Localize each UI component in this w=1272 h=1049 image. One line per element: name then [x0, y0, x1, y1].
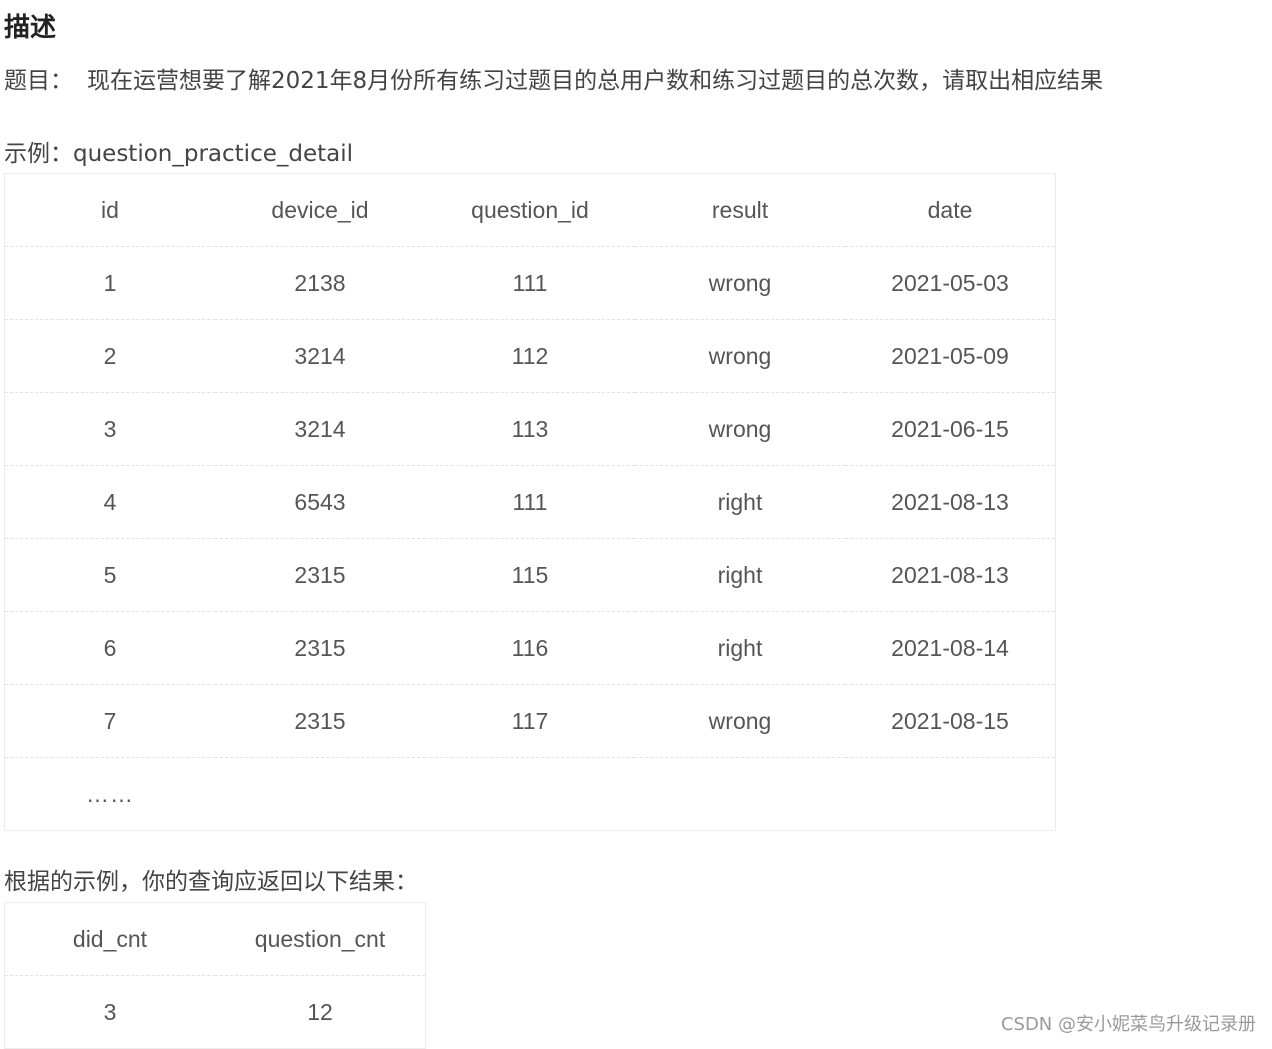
table-header-row: did_cnt question_cnt: [4, 902, 426, 976]
table-cell: wrong: [635, 392, 845, 466]
table-cell: 111: [425, 465, 635, 539]
column-header-date: date: [845, 173, 1056, 247]
column-header-did-cnt: did_cnt: [4, 902, 215, 976]
result-table: did_cnt question_cnt 3 12: [4, 902, 426, 1049]
table-cell: [215, 758, 425, 831]
table-cell: [635, 758, 845, 831]
table-cell: 2021-06-15: [845, 392, 1056, 466]
table-cell: 116: [425, 611, 635, 685]
table-cell: 1: [4, 246, 215, 320]
question-label: 题目：: [4, 68, 73, 94]
column-header-question-id: question_id: [425, 173, 635, 247]
table-cell: [845, 758, 1056, 831]
csdn-watermark: CSDN @安小妮菜鸟升级记录册: [1000, 1014, 1256, 1035]
table-row: 7 2315 117 wrong 2021-08-15: [4, 684, 1056, 758]
table-cell: right: [635, 611, 845, 685]
table-cell: right: [635, 465, 845, 539]
table-cell: [425, 758, 635, 831]
table-cell: 2138: [215, 246, 425, 320]
table-row: 1 2138 111 wrong 2021-05-03: [4, 246, 1056, 320]
column-header-id: id: [4, 173, 215, 247]
table-row: 3 12: [5, 976, 426, 1049]
table-row: 2 3214 112 wrong 2021-05-09: [4, 319, 1056, 393]
table-cell: 113: [425, 392, 635, 466]
result-label: 根据的示例，你的查询应返回以下结果：: [4, 869, 418, 895]
table-row: 6 2315 116 right 2021-08-14: [4, 611, 1056, 685]
example-label: 示例：question_practice_detail: [4, 141, 354, 167]
table-cell: 3214: [215, 392, 425, 466]
question-text: 现在运营想要了解2021年8月份所有练习过题目的总用户数和练习过题目的总次数，请…: [87, 68, 1104, 94]
table-cell: 2021-08-15: [845, 684, 1056, 758]
table-cell: 12: [307, 998, 333, 1025]
table-row: 5 2315 115 right 2021-08-13: [4, 538, 1056, 612]
table-cell: 7: [4, 684, 215, 758]
table-ellipsis-row: ……: [5, 758, 1056, 831]
column-header-device-id: device_id: [215, 173, 425, 247]
table-cell: 6: [4, 611, 215, 685]
table-cell: 2315: [215, 611, 425, 685]
table-cell: 112: [425, 319, 635, 393]
table-header-row: id device_id question_id result date: [4, 173, 1056, 247]
table-cell: 2021-08-13: [845, 538, 1056, 612]
table-cell: 4: [4, 465, 215, 539]
table-cell: 111: [425, 246, 635, 320]
column-header-result: result: [635, 173, 845, 247]
table-cell: 115: [425, 538, 635, 612]
table-cell: 3214: [215, 319, 425, 393]
table-cell: 117: [425, 684, 635, 758]
table-cell: 2021-05-03: [845, 246, 1056, 320]
table-cell: wrong: [635, 246, 845, 320]
table-cell: 2315: [215, 538, 425, 612]
table-cell: 5: [4, 538, 215, 612]
table-cell: 2021-05-09: [845, 319, 1056, 393]
table-cell: wrong: [635, 684, 845, 758]
example-table: id device_id question_id result date 1 2…: [4, 173, 1056, 831]
ellipsis-cell: ……: [86, 780, 134, 807]
table-cell: 3: [4, 392, 215, 466]
table-cell: right: [635, 538, 845, 612]
table-cell: 2: [4, 319, 215, 393]
table-cell: 6543: [215, 465, 425, 539]
section-heading: 描述: [4, 13, 57, 43]
table-row: 4 6543 111 right 2021-08-13: [4, 465, 1056, 539]
table-cell: wrong: [635, 319, 845, 393]
question-description: 题目： 现在运营想要了解2021年8月份所有练习过题目的总用户数和练习过题目的总次…: [4, 63, 1103, 99]
table-cell: 2021-08-13: [845, 465, 1056, 539]
table-row: 3 3214 113 wrong 2021-06-15: [4, 392, 1056, 466]
column-header-question-cnt: question_cnt: [215, 902, 426, 976]
table-cell: 2315: [215, 684, 425, 758]
table-cell: 3: [103, 998, 117, 1025]
table-cell: 2021-08-14: [845, 611, 1056, 685]
